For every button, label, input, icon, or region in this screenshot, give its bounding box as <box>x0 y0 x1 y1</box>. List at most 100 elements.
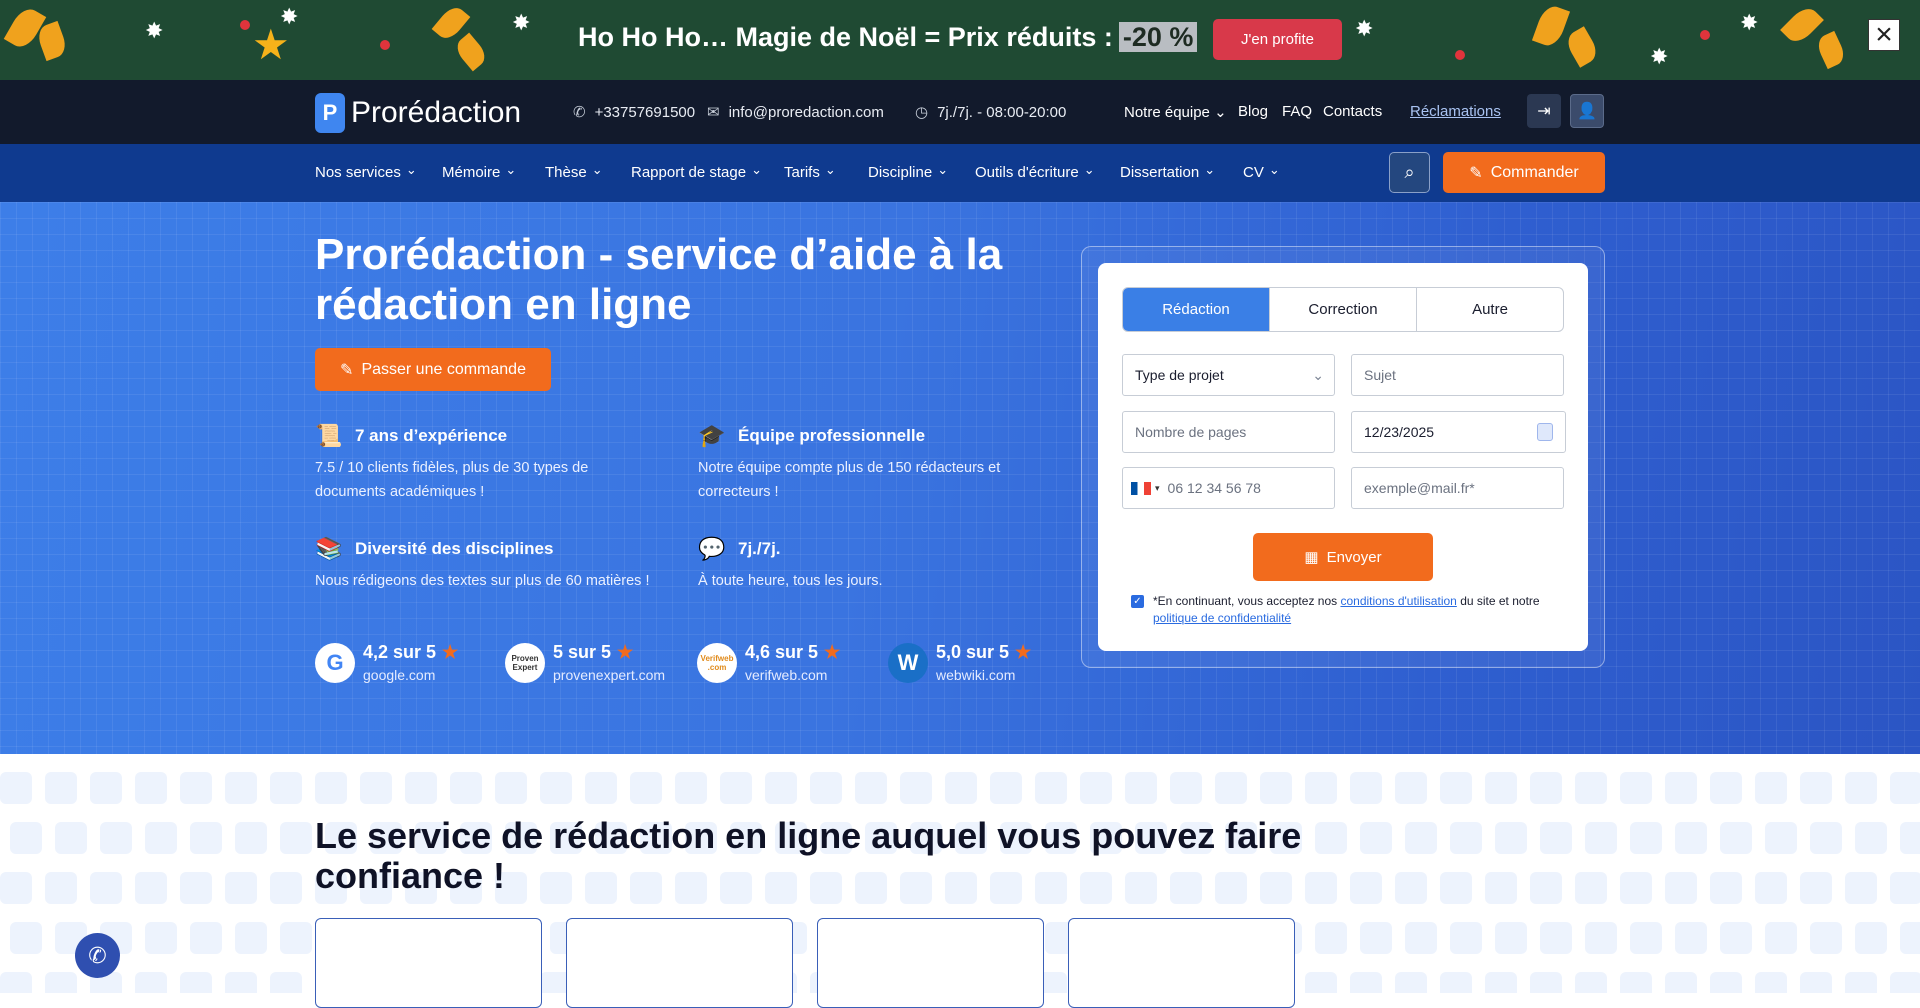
rating-google[interactable]: G 4,2 sur 5 ★ google.com <box>315 642 458 683</box>
pages-input[interactable]: Nombre de pages <box>1122 411 1335 453</box>
nav-services[interactable]: Nos services <box>315 164 417 181</box>
submit-button[interactable]: ▦ Envoyer <box>1253 533 1433 581</box>
email-input[interactable]: exemple@mail.fr* <box>1351 467 1564 509</box>
pattern-logo-tile <box>45 872 77 904</box>
feature-title: 7 ans d’expérience <box>355 426 508 445</box>
feature-title: Diversité des disciplines <box>355 539 554 558</box>
place-order-button[interactable]: ✎ Passer une commande <box>315 348 551 391</box>
pattern-logo-tile <box>540 772 572 804</box>
verifweb-logo-icon: Verifweb .com <box>697 642 737 683</box>
pattern-logo-tile <box>315 772 347 804</box>
pattern-logo-tile <box>1350 872 1382 904</box>
decor-snowflake-icon: ✸ <box>1740 10 1759 35</box>
nav-tarifs[interactable]: Tarifs <box>784 164 836 181</box>
search-button[interactable]: ⌕ <box>1389 152 1430 193</box>
login-button[interactable]: ⇥ <box>1527 94 1561 128</box>
nav-link-team[interactable]: Notre équipe ⌄ <box>1124 103 1227 121</box>
pattern-logo-tile <box>1585 922 1617 954</box>
nav-rapport-stage[interactable]: Rapport de stage <box>631 164 762 181</box>
hero-section: Prorédaction - service d’aide à la rédac… <box>0 202 1920 754</box>
pattern-logo-tile <box>90 872 122 904</box>
pattern-logo-tile <box>1305 972 1337 993</box>
nav-dissertation[interactable]: Dissertation <box>1120 164 1215 181</box>
tab-autre[interactable]: Autre <box>1417 288 1563 331</box>
pattern-logo-tile <box>1845 872 1877 904</box>
pattern-logo-tile <box>100 822 132 854</box>
tab-redaction[interactable]: Rédaction <box>1123 288 1270 331</box>
nav-link-blog[interactable]: Blog <box>1238 103 1268 120</box>
nav-discipline[interactable]: Discipline <box>868 164 948 181</box>
nav-link-contacts[interactable]: Contacts <box>1323 103 1382 120</box>
project-type-select[interactable]: Type de projet ⌄ <box>1122 354 1335 396</box>
pattern-logo-tile <box>1665 972 1697 993</box>
order-button[interactable]: ✎ Commander <box>1443 152 1605 193</box>
pattern-logo-tile <box>180 972 212 993</box>
pattern-logo-tile <box>1575 972 1607 993</box>
pattern-logo-tile <box>1800 772 1832 804</box>
rating-score: 4,6 sur 5 <box>745 642 819 662</box>
place-order-label: Passer une commande <box>361 360 526 378</box>
pattern-logo-tile <box>1170 772 1202 804</box>
consent-checkbox[interactable]: ✓ <box>1131 595 1144 608</box>
calendar-icon[interactable] <box>1537 423 1553 441</box>
nav-cv[interactable]: CV <box>1243 164 1280 181</box>
pattern-logo-tile <box>1810 922 1842 954</box>
feature-title: Équipe professionnelle <box>738 426 926 445</box>
terms-link[interactable]: conditions d'utilisation <box>1340 594 1456 608</box>
decor-leaf <box>1814 30 1848 70</box>
pattern-logo-tile <box>765 772 797 804</box>
phone-contact[interactable]: ✆ +33757691500 <box>573 103 695 122</box>
pattern-logo-tile <box>1360 822 1392 854</box>
pattern-logo-tile <box>1350 972 1382 993</box>
brand-logo[interactable]: P Prorédaction <box>315 93 521 133</box>
nav-memoire[interactable]: Mémoire <box>442 164 516 181</box>
pattern-logo-tile <box>1630 922 1662 954</box>
account-button[interactable]: 👤 <box>1570 94 1604 128</box>
rating-provenexpert[interactable]: Proven Expert 5 sur 5 ★ provenexpert.com <box>505 642 665 683</box>
form-tabs: Rédaction Correction Autre <box>1122 287 1564 332</box>
feature-card <box>1068 918 1295 1008</box>
privacy-link[interactable]: politique de confidentialité <box>1153 611 1291 625</box>
tab-correction[interactable]: Correction <box>1270 288 1417 331</box>
pattern-logo-tile <box>10 822 42 854</box>
france-flag-icon[interactable] <box>1131 481 1151 495</box>
rating-webwiki[interactable]: W 5,0 sur 5 ★ webwiki.com <box>888 642 1031 683</box>
pattern-logo-tile <box>235 922 267 954</box>
nav-link-faq[interactable]: FAQ <box>1282 103 1312 120</box>
rating-score: 5,0 sur 5 <box>936 642 1010 662</box>
section-title: Le service de rédaction en ligne auquel … <box>315 815 1302 896</box>
pattern-logo-tile <box>270 872 302 904</box>
pattern-logo-tile <box>135 972 167 993</box>
provenexpert-logo-icon: Proven Expert <box>505 642 545 683</box>
pattern-logo-tile <box>1395 772 1427 804</box>
call-widget-button[interactable]: ✆ <box>75 933 120 978</box>
deadline-date-input[interactable]: 12/23/2025 <box>1351 411 1566 453</box>
pattern-logo-tile <box>1215 772 1247 804</box>
email-contact[interactable]: ✉ info@proredaction.com <box>707 103 884 122</box>
phone-input[interactable]: ▾ 06 12 34 56 78 <box>1122 467 1335 509</box>
rating-verifweb[interactable]: Verifweb .com 4,6 sur 5 ★ verifweb.com <box>697 642 840 683</box>
nav-these[interactable]: Thèse <box>545 164 603 181</box>
chevron-down-icon: ▾ <box>1155 482 1160 493</box>
consent-mid: du site et notre <box>1460 594 1540 608</box>
pattern-logo-tile <box>1620 872 1652 904</box>
main-nav: Nos services Mémoire Thèse Rapport de st… <box>0 144 1920 202</box>
nav-outils[interactable]: Outils d'écriture <box>975 164 1095 181</box>
subject-input[interactable]: Sujet <box>1351 354 1564 396</box>
consent-prefix: *En continuant, vous acceptez nos <box>1153 594 1338 608</box>
promo-cta-button[interactable]: J'en profite <box>1213 19 1342 60</box>
pattern-logo-tile <box>990 772 1022 804</box>
pattern-logo-tile <box>630 772 662 804</box>
pattern-logo-tile <box>1620 772 1652 804</box>
pattern-logo-tile <box>1080 772 1112 804</box>
pattern-logo-tile <box>1845 772 1877 804</box>
pattern-logo-tile <box>1720 922 1752 954</box>
pattern-logo-tile <box>225 872 257 904</box>
feature-card <box>315 918 542 1008</box>
decor-snowflake-icon: ✸ <box>280 4 299 29</box>
pattern-logo-tile <box>1765 822 1797 854</box>
reclamations-link[interactable]: Réclamations <box>1410 103 1501 120</box>
promo-banner: ★ ✸ ✸ ✸ ✸ ✸ ✸ Ho Ho Ho… Magie de Noël = … <box>0 0 1920 80</box>
decor-leaf <box>1780 3 1824 47</box>
close-icon[interactable]: × <box>1868 19 1900 51</box>
